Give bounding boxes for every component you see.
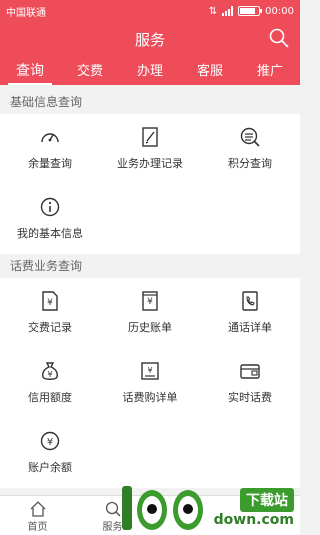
grid-item-account-balance[interactable]: ¥ 账户余额: [0, 418, 100, 488]
yuan-document-icon: ¥: [42, 291, 58, 311]
grid-item-payment-record[interactable]: ¥ 交费记录: [0, 278, 100, 348]
grid-item-call-detail[interactable]: 通话详单: [200, 278, 300, 348]
carrier-name: 中国联通: [6, 7, 46, 19]
grid-item-business-record[interactable]: 业务办理记录: [100, 114, 200, 184]
grid-item-points-query[interactable]: 积分查询: [200, 114, 300, 184]
svg-text:¥: ¥: [47, 298, 53, 308]
basic-info-grid: 余量查询 业务办理记录 积分查询 我的基本信息: [0, 114, 300, 254]
gauge-icon: [41, 133, 59, 143]
search-icon[interactable]: [268, 27, 290, 49]
tab-handle[interactable]: 办理: [120, 55, 180, 85]
svg-text:¥: ¥: [47, 370, 52, 379]
document-edit-icon: [142, 127, 158, 147]
yuan-coin-icon: ¥: [40, 431, 60, 451]
watermark-100-logo: [122, 486, 203, 530]
grid-item-balance-query[interactable]: 余量查询: [0, 114, 100, 184]
service-content: 基础信息查询 余量查询 业务办理记录 积分查询 我的基本信息 话费业务查询 ¥ …: [0, 90, 300, 488]
svg-text:¥: ¥: [147, 366, 152, 375]
tab-customer-service[interactable]: 客服: [180, 55, 240, 85]
section-title-basic-info: 基础信息查询: [0, 90, 300, 114]
watermark-badge: 下载站: [240, 488, 294, 512]
signal-icon: [222, 6, 234, 16]
home-icon: [30, 501, 45, 517]
purchase-list-icon: ¥: [141, 362, 159, 380]
tab-payment[interactable]: 交费: [60, 55, 120, 85]
watermark-url: down.com: [213, 512, 294, 528]
status-bar: 中国联通 ⇅ 00:00: [0, 0, 300, 22]
info-icon: [40, 197, 60, 217]
data-transfer-icon: ⇅: [208, 5, 218, 17]
section-title-fee-query: 话费业务查询: [0, 254, 300, 278]
grid-item-fee-purchase-detail[interactable]: ¥ 话费购详单: [100, 348, 200, 418]
grid-item-basic-info[interactable]: 我的基本信息: [0, 184, 100, 254]
bottom-nav-home[interactable]: 首页: [0, 496, 75, 535]
bill-icon: ¥: [142, 291, 158, 311]
page-title: 服务: [134, 31, 165, 49]
points-search-icon: [240, 127, 260, 147]
grid-item-credit-limit[interactable]: ¥ 信用额度: [0, 348, 100, 418]
wallet-icon: [240, 364, 260, 379]
svg-text:¥: ¥: [47, 437, 53, 448]
svg-text:¥: ¥: [147, 297, 153, 307]
phone-record-icon: [242, 291, 258, 311]
grid-item-realtime-fee[interactable]: 实时话费: [200, 348, 300, 418]
tab-bar: 查询 交费 办理 客服 推广: [0, 55, 300, 85]
clock: 00:00: [265, 5, 294, 17]
tab-query[interactable]: 查询: [0, 55, 60, 85]
app-bar: 服务: [0, 22, 300, 55]
battery-icon: [238, 6, 263, 16]
money-bag-icon: ¥: [42, 362, 58, 380]
watermark-logo: 下载站 down.com: [118, 482, 300, 535]
grid-item-history-bill[interactable]: ¥ 历史账单: [100, 278, 200, 348]
fee-query-grid: ¥ 交费记录 ¥ 历史账单 通话详单 ¥ 信用额度 ¥ 话费购详单 实时话费 ¥…: [0, 278, 300, 488]
tab-promotion[interactable]: 推广: [240, 55, 300, 85]
